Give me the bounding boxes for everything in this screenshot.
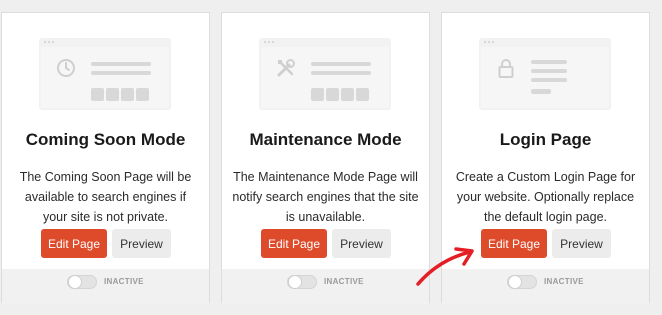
preview-button[interactable]: Preview	[332, 229, 391, 258]
status-label: INACTIVE	[104, 277, 144, 286]
edit-page-button[interactable]: Edit Page	[261, 229, 327, 258]
tools-icon	[275, 57, 297, 79]
active-toggle[interactable]	[507, 275, 537, 289]
card-description: The Coming Soon Page will be available t…	[19, 170, 192, 224]
card-title: Coming Soon Mode	[25, 130, 186, 149]
card-footer: INACTIVE	[2, 269, 209, 304]
maintenance-card: Maintenance Mode The Maintenance Mode Pa…	[221, 12, 430, 304]
status-label: INACTIVE	[544, 277, 584, 286]
coming-soon-card: Coming Soon Mode The Coming Soon Page wi…	[1, 12, 210, 304]
coming-soon-illustration	[39, 38, 171, 110]
card-description: Create a Custom Login Page for your webs…	[455, 170, 636, 224]
edit-page-button[interactable]: Edit Page	[41, 229, 107, 258]
window-dots	[44, 41, 54, 43]
preview-button[interactable]: Preview	[552, 229, 611, 258]
preview-button[interactable]: Preview	[112, 229, 171, 258]
maintenance-illustration	[259, 38, 391, 110]
card-title: Login Page	[499, 130, 592, 149]
window-dots	[484, 41, 494, 43]
window-dots	[264, 41, 274, 43]
clock-icon	[55, 57, 77, 79]
active-toggle[interactable]	[287, 275, 317, 289]
card-footer: INACTIVE	[222, 269, 429, 304]
edit-page-button[interactable]: Edit Page	[481, 229, 547, 258]
lock-icon	[495, 57, 517, 79]
card-title: Maintenance Mode	[249, 130, 402, 149]
active-toggle[interactable]	[67, 275, 97, 289]
card-description: The Maintenance Mode Page will notify se…	[232, 170, 419, 224]
annotation-arrow-icon	[416, 247, 474, 286]
login-illustration	[479, 38, 611, 110]
status-label: INACTIVE	[324, 277, 364, 286]
